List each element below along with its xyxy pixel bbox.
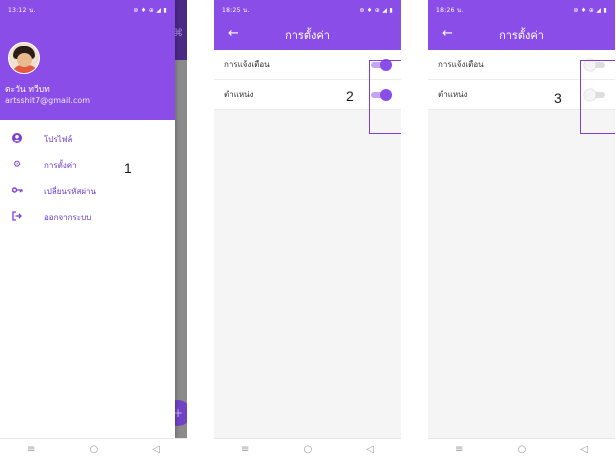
menu-item-label: โปรไฟล์ (44, 134, 73, 144)
system-navbar: ≡ ○ ◁ (0, 438, 187, 460)
status-bar: 18:26 น. ⊛ ♦ ⊕ ◢ ▮ (428, 0, 615, 20)
nav-menu-icon[interactable]: ≡ (27, 444, 35, 455)
highlight-box (580, 60, 615, 134)
menu-item-label: ออกจากระบบ (44, 212, 92, 222)
app-bar: ← การตั้งค่า (214, 20, 401, 50)
header: 18:26 น. ⊛ ♦ ⊕ ◢ ▮ ← การตั้งค่า (428, 0, 615, 50)
screen-settings-on: 18:25 น. ⊛ ♦ ⊕ ◢ ▮ ← การตั้งค่า การแจ้งเ… (214, 0, 401, 460)
setting-label: การแจ้งเตือน (224, 60, 270, 69)
step-number: 3 (554, 90, 562, 106)
user-email: artsshit7@gmail.com (5, 96, 91, 105)
nav-home-icon[interactable]: ○ (517, 444, 526, 455)
key-icon (10, 186, 24, 197)
nav-home-icon[interactable]: ○ (303, 444, 312, 455)
setting-label: ตำแหน่ง (438, 90, 468, 99)
menu-item-change-password[interactable]: เปลี่ยนรหัสผ่าน (0, 178, 175, 204)
navigation-drawer: 13:12 น. ⊛ ♦ ⊕ ◢ ▮ ตะวัน ทวีบท artsshit7… (0, 0, 175, 438)
setting-label: ตำแหน่ง (224, 90, 254, 99)
person-icon (10, 132, 24, 146)
status-bar: 18:25 น. ⊛ ♦ ⊕ ◢ ▮ (214, 0, 401, 20)
system-navbar: ≡ ○ ◁ (428, 438, 615, 460)
nav-back-icon[interactable]: ◁ (152, 444, 160, 455)
page-title: การตั้งค่า (285, 29, 330, 42)
app-bar: ← การตั้งค่า (428, 20, 615, 50)
status-icons: ⊛ ♦ ⊕ ◢ ▮ (359, 6, 393, 14)
back-arrow-icon[interactable]: ← (442, 27, 453, 41)
screen-settings-off: 18:26 น. ⊛ ♦ ⊕ ◢ ▮ ← การตั้งค่า การแจ้งเ… (428, 0, 615, 460)
status-icons: ⊛ ♦ ⊕ ◢ ▮ (573, 6, 607, 14)
header: 18:25 น. ⊛ ♦ ⊕ ◢ ▮ ← การตั้งค่า (214, 0, 401, 50)
nav-menu-icon[interactable]: ≡ (455, 444, 463, 455)
menu-item-label: การตั้งค่า (44, 160, 77, 170)
step-number: 1 (124, 160, 132, 176)
menu-item-logout[interactable]: ออกจากระบบ (0, 204, 175, 230)
status-time: 18:26 น. (436, 7, 464, 14)
user-name: ตะวัน ทวีบท (5, 85, 50, 95)
highlight-box (369, 60, 401, 134)
status-bar: 13:12 น. ⊛ ♦ ⊕ ◢ ▮ (0, 0, 175, 20)
status-time: 18:25 น. (222, 7, 250, 14)
nav-menu-icon[interactable]: ≡ (241, 444, 249, 455)
menu-item-profile[interactable]: โปรไฟล์ (0, 126, 175, 152)
menu-item-settings[interactable]: ⚙ การตั้งค่า (0, 152, 175, 178)
back-arrow-icon[interactable]: ← (228, 27, 239, 41)
system-navbar: ≡ ○ ◁ (214, 438, 401, 460)
status-time: 13:12 น. (8, 7, 36, 14)
menu-item-label: เปลี่ยนรหัสผ่าน (44, 186, 96, 196)
gear-icon: ⚙ (12, 160, 22, 170)
step-number: 2 (346, 88, 354, 104)
status-icons: ⊛ ♦ ⊕ ◢ ▮ (133, 6, 167, 14)
nav-back-icon[interactable]: ◁ (366, 444, 374, 455)
screen-drawer: ⌘ + 13:12 น. ⊛ ♦ ⊕ ◢ ▮ ตะวัน ทวีบท artss… (0, 0, 187, 460)
nav-back-icon[interactable]: ◁ (580, 444, 588, 455)
page-title: การตั้งค่า (499, 29, 544, 42)
logout-icon (10, 210, 24, 224)
drawer-menu: โปรไฟล์ ⚙ การตั้งค่า เปลี่ยนรหัสผ่าน ออก… (0, 120, 175, 230)
setting-label: การแจ้งเตือน (438, 60, 484, 69)
drawer-header: 13:12 น. ⊛ ♦ ⊕ ◢ ▮ ตะวัน ทวีบท artsshit7… (0, 0, 175, 120)
avatar (8, 42, 40, 74)
nav-home-icon[interactable]: ○ (89, 444, 98, 455)
